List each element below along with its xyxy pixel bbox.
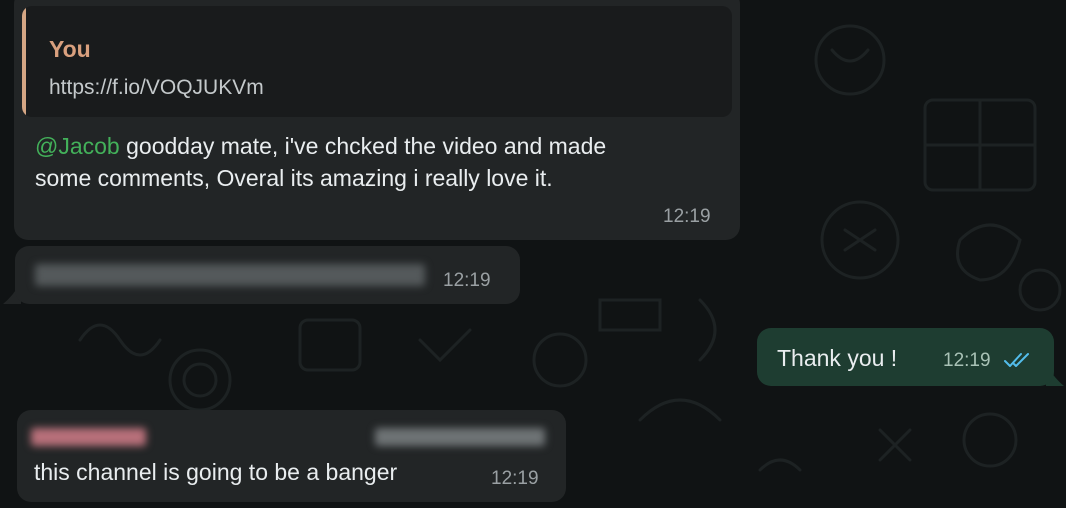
mention-link[interactable]: @Jacob	[35, 133, 120, 159]
message-time: 12:19	[443, 270, 491, 291]
message-text: this channel is going to be a banger	[34, 459, 398, 485]
message-text: Thank you !	[777, 345, 898, 371]
read-double-check-icon	[1004, 353, 1029, 367]
message-bubble-incoming[interactable]: this channel is going to be a banger 12:…	[17, 410, 566, 502]
message-text: @Jacob goodday mate, i've chcked the vid…	[35, 130, 606, 194]
quote-text: https://f.io/VOQJUKVm	[49, 76, 264, 99]
message-bubble-incoming[interactable]: You https://f.io/VOQJUKVm @Jacob goodday…	[14, 0, 740, 240]
message-bubble-outgoing[interactable]: Thank you ! 12:19	[757, 328, 1054, 386]
blurred-sender-meta	[375, 428, 545, 446]
message-text-line-1: goodday mate, i've chcked the video and …	[119, 133, 607, 159]
message-time: 12:19	[943, 350, 991, 371]
quote-accent-bar	[22, 6, 26, 117]
message-time: 12:19	[663, 206, 711, 227]
blurred-sender-name[interactable]	[31, 428, 146, 446]
message-text-line-2: some comments, Overal its amazing i real…	[35, 165, 553, 191]
quoted-reply[interactable]: You https://f.io/VOQJUKVm	[22, 6, 732, 117]
message-bubble-incoming[interactable]: 12:19	[15, 246, 520, 304]
blurred-message-text	[35, 264, 425, 286]
message-time: 12:19	[491, 468, 539, 489]
quote-author: You	[49, 36, 91, 62]
